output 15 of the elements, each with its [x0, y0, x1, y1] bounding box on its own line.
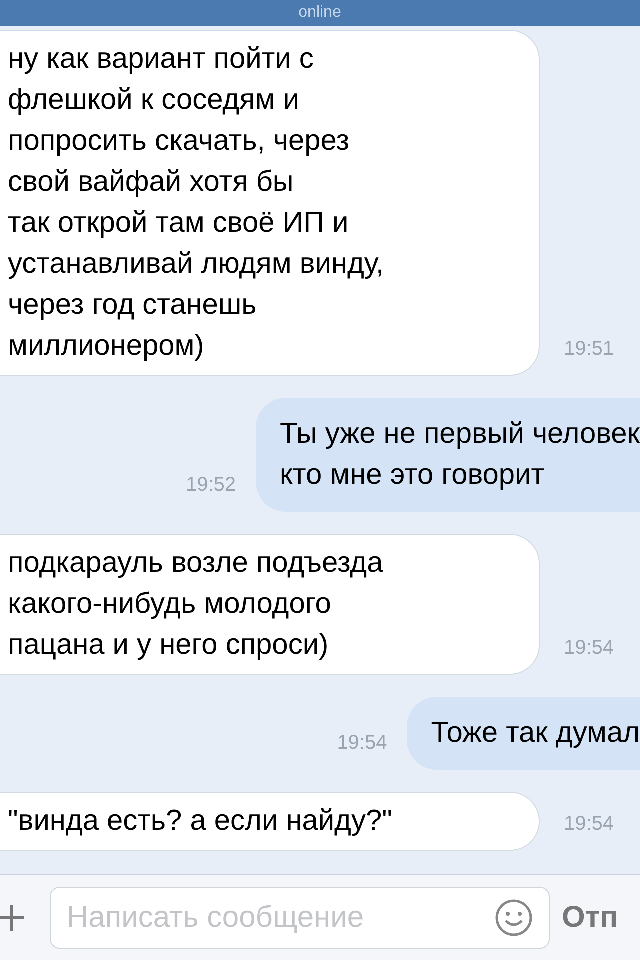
input-placeholder: Написать сообщение [67, 900, 366, 936]
message-time: 19:52 [186, 473, 236, 498]
incoming-message-bubble: "винда есть? а если найду?" [0, 792, 540, 851]
message-time: 19:54 [564, 636, 614, 661]
plus-icon[interactable] [0, 902, 26, 932]
message-time: 19:51 [564, 337, 614, 362]
incoming-message-bubble: ну как вариант пойти с флешкой к соседям и попросить скачать, через свой вайфай хотя бы так открой там своё ИП и устанавливай людям винду, через год станешь миллионером) [0, 30, 540, 376]
smiley-icon[interactable] [495, 898, 533, 936]
outgoing-message-bubble: Ты уже не первый человек кто мне это говорит [256, 398, 640, 512]
message-time: 19:54 [564, 812, 614, 837]
outgoing-message-bubble: Тоже так думал [407, 697, 640, 770]
incoming-message-bubble: подкарауль возле подъезда какого-нибудь молодого пацана и у него спроси) [0, 534, 540, 675]
message-time: 19:54 [337, 731, 388, 756]
send-button[interactable]: Отп [562, 895, 618, 940]
status-text: online [298, 4, 342, 22]
